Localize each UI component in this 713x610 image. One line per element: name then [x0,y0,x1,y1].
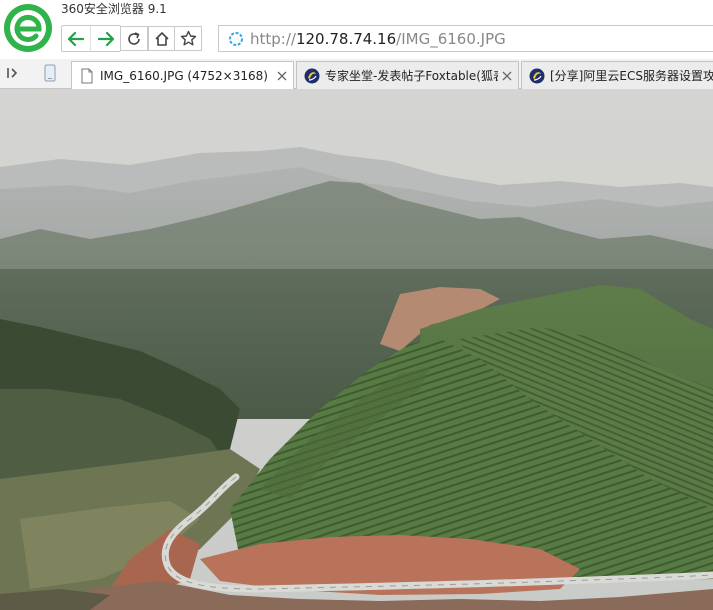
refresh-icon [128,31,140,45]
browser-logo-icon [4,4,52,52]
window-title: 360安全浏览器 9.1 [61,2,167,16]
tab-forum-post[interactable]: 专家坐堂-发表帖子Foxtable(狐表 [296,61,519,89]
url-scheme: http:// [250,29,296,48]
home-icon [154,31,169,46]
tab-label: IMG_6160.JPG (4752×3168) [100,69,268,83]
landscape-photo [0,89,713,610]
forward-button[interactable] [91,26,120,51]
url-path: /IMG_6160.JPG [396,29,506,48]
sidebar-toggle-icon[interactable] [6,66,20,80]
url-host: 120.78.74.16 [295,29,397,48]
forward-arrow-icon [97,31,114,46]
file-icon [81,68,93,84]
back-forward-group [61,25,121,52]
favorite-button[interactable] [175,26,202,51]
close-icon[interactable] [277,71,287,81]
tab-label: 专家坐堂-发表帖子Foxtable(狐表 [325,69,498,83]
refresh-button[interactable] [121,26,148,51]
address-bar[interactable]: http://120.78.74.16/IMG_6160.JPG [218,25,713,52]
image-viewer[interactable] [0,89,713,610]
back-arrow-icon [67,31,85,46]
tab-bar: IMG_6160.JPG (4752×3168) 专家坐堂-发表帖子Foxtab… [0,59,713,90]
star-icon [180,30,196,46]
home-button[interactable] [148,26,175,51]
tab-aliyun-guide[interactable]: [分享]阿里云ECS服务器设置攻略 [521,61,713,89]
browser-window: 360安全浏览器 9.1 http://120.78.74.16/IMG_616… [0,0,713,610]
url-text: http://120.78.74.16/IMG_6160.JPG [250,30,506,48]
forum-icon [529,68,545,83]
forum-icon [304,68,320,83]
close-icon[interactable] [502,71,512,81]
page-security-icon [229,31,243,46]
mobile-device-icon[interactable] [44,64,56,82]
tab-image[interactable]: IMG_6160.JPG (4752×3168) [71,61,294,90]
navigation-toolbar [61,25,202,52]
back-button[interactable] [62,26,91,51]
tab-label: [分享]阿里云ECS服务器设置攻略 [550,69,713,83]
